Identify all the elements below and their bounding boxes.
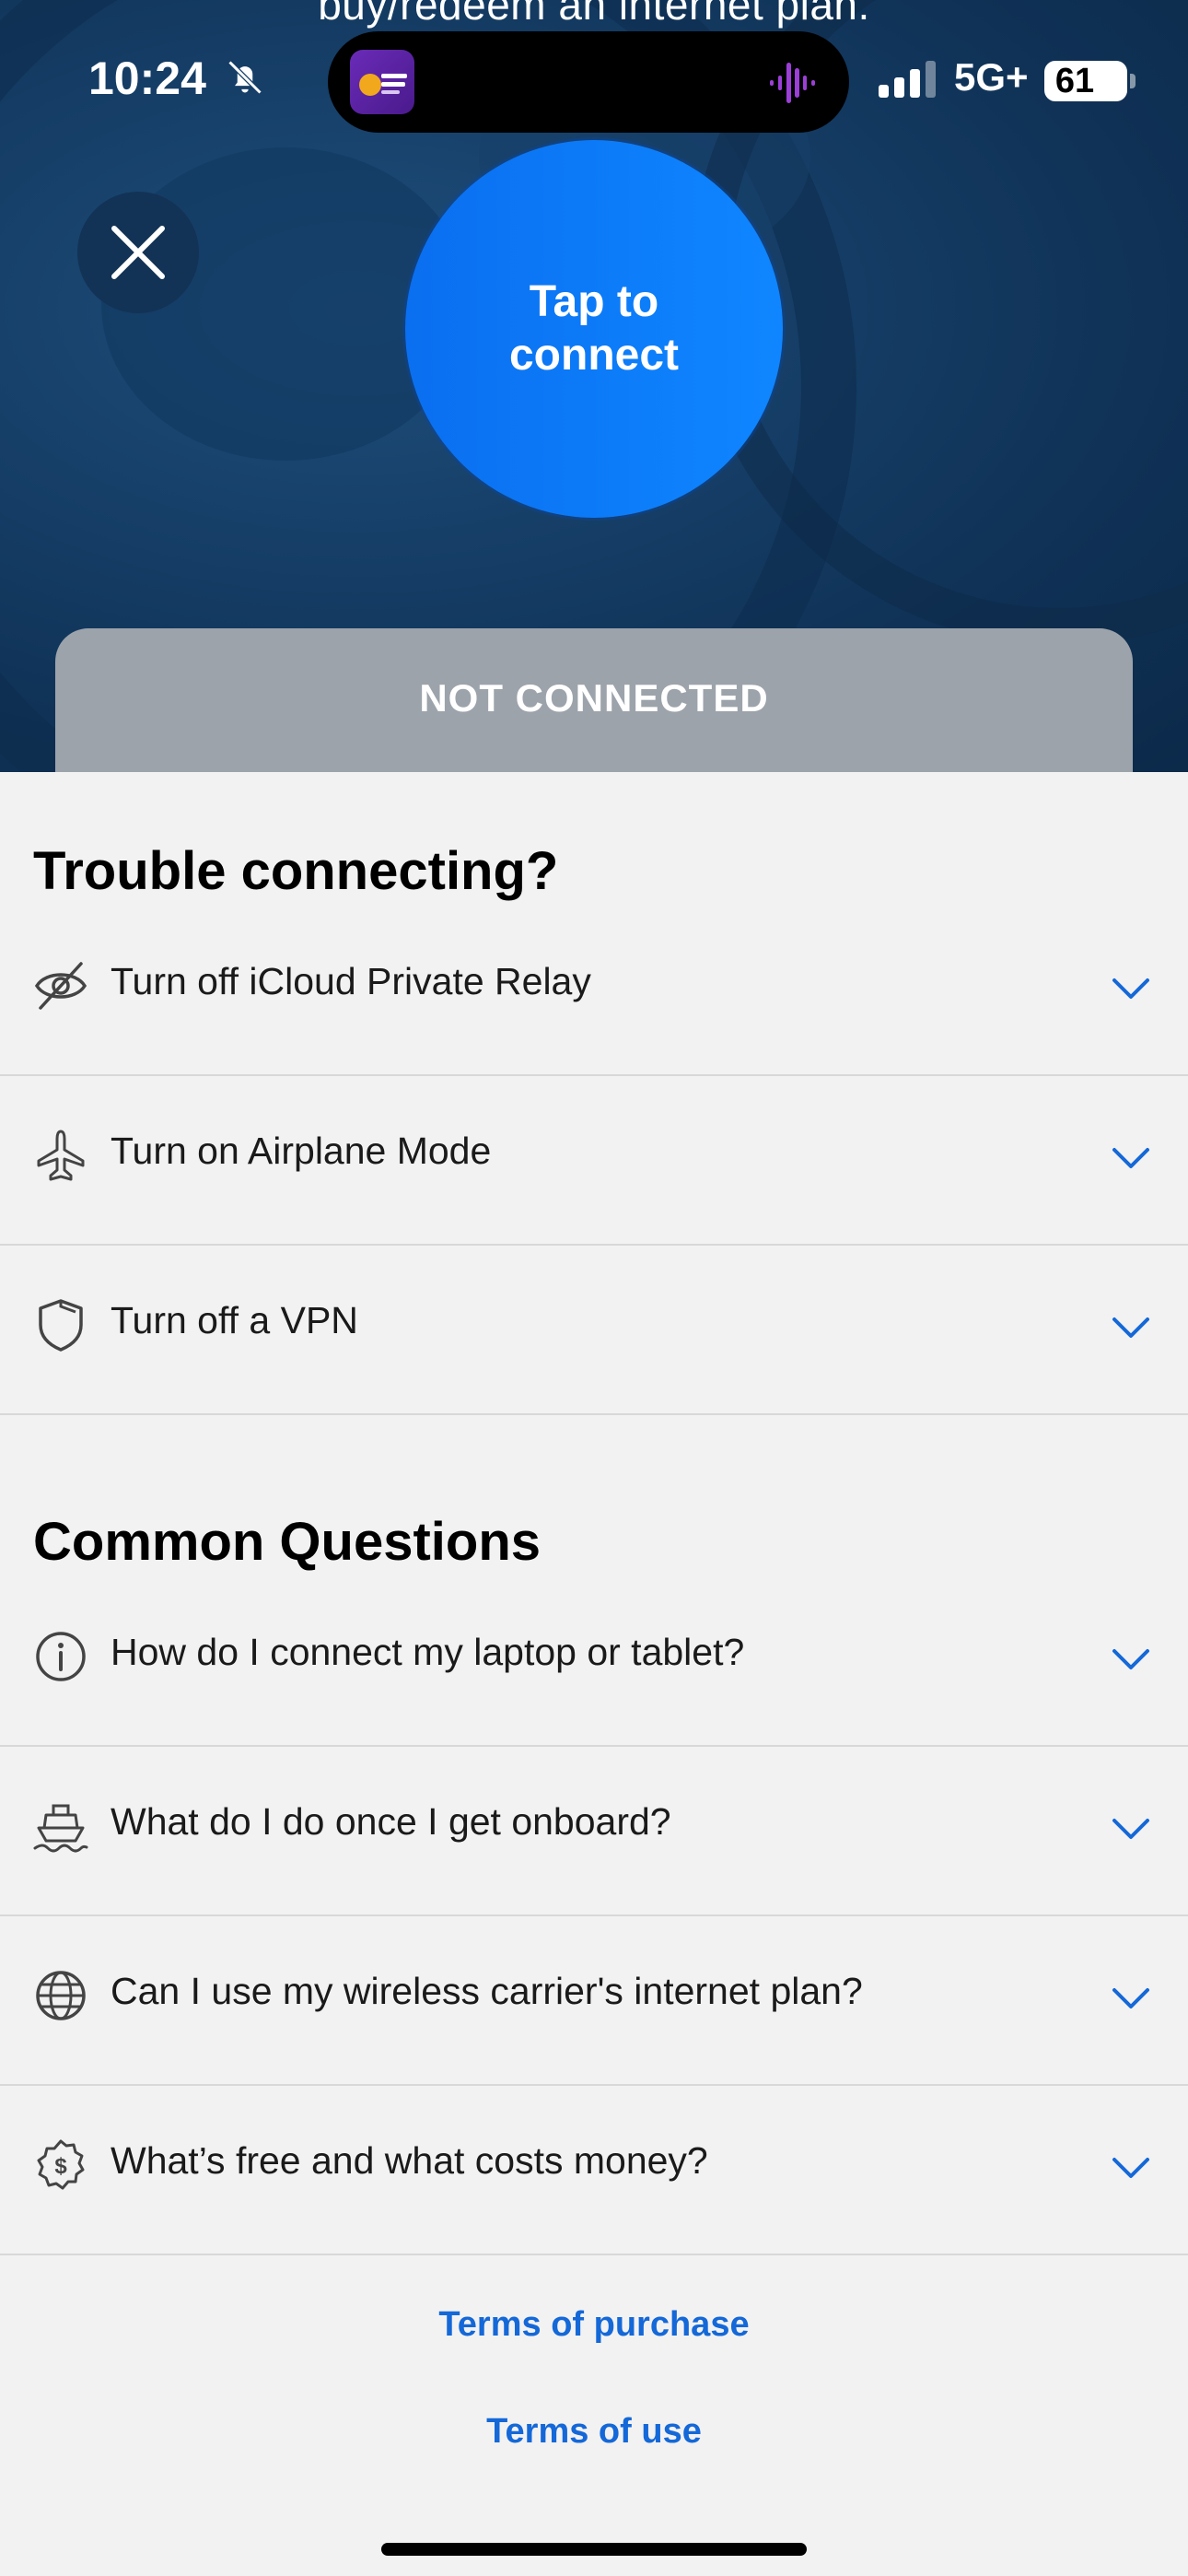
airplane-icon <box>37 1130 85 1181</box>
trouble-item-label: Turn off a VPN <box>111 1299 358 1341</box>
network-type: 5G+ <box>954 55 1029 99</box>
question-item-label: Can I use my wireless carrier's internet… <box>111 1970 863 2012</box>
connection-status-text: NOT CONNECTED <box>419 676 769 720</box>
trouble-item-label: Turn on Airplane Mode <box>111 1130 492 1172</box>
dollar-badge-icon: $ <box>37 2139 85 2190</box>
shield-icon <box>39 1299 83 1352</box>
status-time: 10:24 <box>88 53 206 104</box>
questions-section-title: Common Questions <box>33 1512 542 1572</box>
svg-text:$: $ <box>54 2154 67 2179</box>
trouble-item-private-relay[interactable]: Turn off iCloud Private Relay <box>0 905 1188 1076</box>
trouble-item-vpn[interactable]: Turn off a VPN <box>0 1244 1188 1415</box>
question-item-carrier-plan[interactable]: Can I use my wireless carrier's internet… <box>0 1914 1188 2086</box>
chevron-down-icon <box>1112 1649 1149 1669</box>
chevron-down-icon <box>1112 1988 1149 2008</box>
connection-status-card: NOT CONNECTED <box>55 628 1133 772</box>
close-button[interactable] <box>77 192 199 313</box>
terms-of-purchase-link[interactable]: Terms of purchase <box>0 2305 1188 2345</box>
question-item-onboard[interactable]: What do I do once I get onboard? <box>0 1745 1188 1916</box>
cellular-signal-icon <box>879 61 936 98</box>
chevron-down-icon <box>1112 2158 1149 2178</box>
eye-off-icon <box>34 962 87 1010</box>
chevron-down-icon <box>1112 1148 1149 1168</box>
ship-icon <box>33 1804 88 1853</box>
trouble-item-label: Turn off iCloud Private Relay <box>111 960 591 1002</box>
help-content: Trouble connecting? Turn off iCloud Priv… <box>0 772 1188 2576</box>
info-icon <box>36 1632 86 1681</box>
trouble-section-title: Trouble connecting? <box>33 841 559 901</box>
close-icon <box>111 226 165 279</box>
globe-icon <box>36 1971 86 2020</box>
question-item-label: What do I do once I get onboard? <box>111 1800 671 1843</box>
question-item-costs[interactable]: $ What’s free and what costs money? <box>0 2084 1188 2255</box>
tap-to-connect-button[interactable]: Tap to connect <box>405 140 783 518</box>
battery-percent: 61 <box>1054 62 1095 100</box>
chevron-down-icon <box>1112 1819 1149 1839</box>
home-indicator[interactable] <box>381 2543 807 2556</box>
chevron-down-icon <box>1112 978 1149 999</box>
audio-wave-icon <box>770 63 815 103</box>
question-item-label: What’s free and what costs money? <box>111 2139 708 2182</box>
hero-banner: buy/redeem an internet plan. 10:24 5G+ 6… <box>0 0 1188 772</box>
question-item-label: How do I connect my laptop or tablet? <box>111 1631 745 1673</box>
chevron-down-icon <box>1112 1317 1149 1338</box>
question-item-laptop[interactable]: How do I connect my laptop or tablet? <box>0 1575 1188 1747</box>
terms-of-use-link[interactable]: Terms of use <box>0 2412 1188 2452</box>
app-icon <box>350 50 414 114</box>
trouble-item-airplane-mode[interactable]: Turn on Airplane Mode <box>0 1074 1188 1246</box>
connect-button-label: Tap to connect <box>508 277 680 380</box>
top-banner-text: buy/redeem an internet plan. <box>318 0 870 29</box>
bell-muted-icon <box>227 60 262 95</box>
dynamic-island <box>328 31 849 133</box>
battery-cap <box>1130 74 1136 88</box>
battery-icon: 61 <box>1044 61 1127 101</box>
